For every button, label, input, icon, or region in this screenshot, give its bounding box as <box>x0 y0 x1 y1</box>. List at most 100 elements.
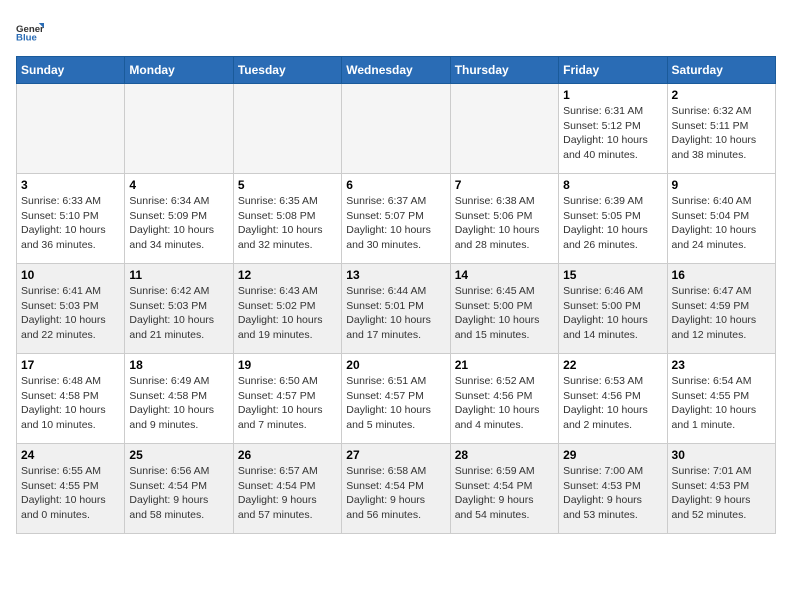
calendar-day: 6 Sunrise: 6:37 AM Sunset: 5:07 PM Daylig… <box>342 174 450 264</box>
day-of-week-header: Thursday <box>450 57 558 84</box>
day-info: Sunrise: 6:49 AM Sunset: 4:58 PM Dayligh… <box>129 374 228 433</box>
week-row: 3 Sunrise: 6:33 AM Sunset: 5:10 PM Daylig… <box>17 174 776 264</box>
day-number: 11 <box>129 268 228 282</box>
day-info: Sunrise: 6:44 AM Sunset: 5:01 PM Dayligh… <box>346 284 445 343</box>
day-info: Sunrise: 6:42 AM Sunset: 5:03 PM Dayligh… <box>129 284 228 343</box>
calendar-day <box>342 84 450 174</box>
calendar-day: 2 Sunrise: 6:32 AM Sunset: 5:11 PM Daylig… <box>667 84 775 174</box>
calendar-day: 22 Sunrise: 6:53 AM Sunset: 4:56 PM Dayli… <box>559 354 667 444</box>
calendar-day <box>450 84 558 174</box>
day-info: Sunrise: 6:31 AM Sunset: 5:12 PM Dayligh… <box>563 104 662 163</box>
day-of-week-header: Friday <box>559 57 667 84</box>
day-number: 17 <box>21 358 120 372</box>
day-number: 2 <box>672 88 771 102</box>
calendar-day: 9 Sunrise: 6:40 AM Sunset: 5:04 PM Daylig… <box>667 174 775 264</box>
calendar-day: 5 Sunrise: 6:35 AM Sunset: 5:08 PM Daylig… <box>233 174 341 264</box>
calendar-day: 14 Sunrise: 6:45 AM Sunset: 5:00 PM Dayli… <box>450 264 558 354</box>
calendar-day: 30 Sunrise: 7:01 AM Sunset: 4:53 PM Dayli… <box>667 444 775 534</box>
day-info: Sunrise: 6:35 AM Sunset: 5:08 PM Dayligh… <box>238 194 337 253</box>
day-info: Sunrise: 7:01 AM Sunset: 4:53 PM Dayligh… <box>672 464 771 523</box>
day-info: Sunrise: 6:53 AM Sunset: 4:56 PM Dayligh… <box>563 374 662 433</box>
day-number: 15 <box>563 268 662 282</box>
svg-text:Blue: Blue <box>16 33 37 44</box>
calendar-day <box>17 84 125 174</box>
day-number: 3 <box>21 178 120 192</box>
day-info: Sunrise: 6:59 AM Sunset: 4:54 PM Dayligh… <box>455 464 554 523</box>
day-info: Sunrise: 6:47 AM Sunset: 4:59 PM Dayligh… <box>672 284 771 343</box>
day-number: 13 <box>346 268 445 282</box>
calendar-day: 13 Sunrise: 6:44 AM Sunset: 5:01 PM Dayli… <box>342 264 450 354</box>
calendar-day: 20Sunrise: 6:51 AM Sunset: 4:57 PM Dayli… <box>342 354 450 444</box>
day-number: 8 <box>563 178 662 192</box>
calendar-day: 18Sunrise: 6:49 AM Sunset: 4:58 PM Dayli… <box>125 354 233 444</box>
day-of-week-header: Wednesday <box>342 57 450 84</box>
day-info: Sunrise: 6:52 AM Sunset: 4:56 PM Dayligh… <box>455 374 554 433</box>
day-info: Sunrise: 6:39 AM Sunset: 5:05 PM Dayligh… <box>563 194 662 253</box>
week-row: 10 Sunrise: 6:41 AM Sunset: 5:03 PM Dayli… <box>17 264 776 354</box>
day-info: Sunrise: 6:41 AM Sunset: 5:03 PM Dayligh… <box>21 284 120 343</box>
day-number: 4 <box>129 178 228 192</box>
day-number: 5 <box>238 178 337 192</box>
week-row: 1 Sunrise: 6:31 AM Sunset: 5:12 PM Daylig… <box>17 84 776 174</box>
day-number: 28 <box>455 448 554 462</box>
calendar-day: 11 Sunrise: 6:42 AM Sunset: 5:03 PM Dayli… <box>125 264 233 354</box>
day-number: 6 <box>346 178 445 192</box>
day-number: 23 <box>672 358 771 372</box>
logo-icon: General Blue <box>16 16 44 44</box>
day-number: 22 <box>563 358 662 372</box>
day-info: Sunrise: 6:48 AM Sunset: 4:58 PM Dayligh… <box>21 374 120 433</box>
day-number: 14 <box>455 268 554 282</box>
day-info: Sunrise: 6:56 AM Sunset: 4:54 PM Dayligh… <box>129 464 228 523</box>
day-info: Sunrise: 6:38 AM Sunset: 5:06 PM Dayligh… <box>455 194 554 253</box>
calendar-day: 3 Sunrise: 6:33 AM Sunset: 5:10 PM Daylig… <box>17 174 125 264</box>
day-number: 26 <box>238 448 337 462</box>
day-of-week-header: Saturday <box>667 57 775 84</box>
day-info: Sunrise: 6:54 AM Sunset: 4:55 PM Dayligh… <box>672 374 771 433</box>
day-number: 9 <box>672 178 771 192</box>
calendar-table: SundayMondayTuesdayWednesdayThursdayFrid… <box>16 56 776 534</box>
calendar-day: 29 Sunrise: 7:00 AM Sunset: 4:53 PM Dayli… <box>559 444 667 534</box>
week-row: 24 Sunrise: 6:55 AM Sunset: 4:55 PM Dayli… <box>17 444 776 534</box>
day-info: Sunrise: 6:46 AM Sunset: 5:00 PM Dayligh… <box>563 284 662 343</box>
week-row: 17 Sunrise: 6:48 AM Sunset: 4:58 PM Dayli… <box>17 354 776 444</box>
calendar-day: 24 Sunrise: 6:55 AM Sunset: 4:55 PM Dayli… <box>17 444 125 534</box>
day-number: 20 <box>346 358 445 372</box>
day-number: 25 <box>129 448 228 462</box>
day-info: Sunrise: 6:37 AM Sunset: 5:07 PM Dayligh… <box>346 194 445 253</box>
logo: General Blue <box>16 16 48 44</box>
day-number: 1 <box>563 88 662 102</box>
day-number: 7 <box>455 178 554 192</box>
calendar-day: 25 Sunrise: 6:56 AM Sunset: 4:54 PM Dayli… <box>125 444 233 534</box>
day-info: Sunrise: 6:33 AM Sunset: 5:10 PM Dayligh… <box>21 194 120 253</box>
calendar-day: 16Sunrise: 6:47 AM Sunset: 4:59 PM Dayli… <box>667 264 775 354</box>
day-number: 10 <box>21 268 120 282</box>
day-info: Sunrise: 6:50 AM Sunset: 4:57 PM Dayligh… <box>238 374 337 433</box>
calendar-day: 19 Sunrise: 6:50 AM Sunset: 4:57 PM Dayli… <box>233 354 341 444</box>
calendar-day: 15 Sunrise: 6:46 AM Sunset: 5:00 PM Dayli… <box>559 264 667 354</box>
calendar-day: 26 Sunrise: 6:57 AM Sunset: 4:54 PM Dayli… <box>233 444 341 534</box>
day-info: Sunrise: 6:45 AM Sunset: 5:00 PM Dayligh… <box>455 284 554 343</box>
day-number: 24 <box>21 448 120 462</box>
day-of-week-header: Monday <box>125 57 233 84</box>
calendar-day: 28 Sunrise: 6:59 AM Sunset: 4:54 PM Dayli… <box>450 444 558 534</box>
day-info: Sunrise: 6:32 AM Sunset: 5:11 PM Dayligh… <box>672 104 771 163</box>
calendar-day <box>125 84 233 174</box>
calendar-day <box>233 84 341 174</box>
day-info: Sunrise: 6:58 AM Sunset: 4:54 PM Dayligh… <box>346 464 445 523</box>
day-info: Sunrise: 6:40 AM Sunset: 5:04 PM Dayligh… <box>672 194 771 253</box>
day-info: Sunrise: 6:43 AM Sunset: 5:02 PM Dayligh… <box>238 284 337 343</box>
day-number: 29 <box>563 448 662 462</box>
calendar-day: 7 Sunrise: 6:38 AM Sunset: 5:06 PM Daylig… <box>450 174 558 264</box>
day-info: Sunrise: 6:57 AM Sunset: 4:54 PM Dayligh… <box>238 464 337 523</box>
day-number: 19 <box>238 358 337 372</box>
calendar-day: 8 Sunrise: 6:39 AM Sunset: 5:05 PM Daylig… <box>559 174 667 264</box>
calendar-day: 21 Sunrise: 6:52 AM Sunset: 4:56 PM Dayli… <box>450 354 558 444</box>
day-number: 12 <box>238 268 337 282</box>
day-info: Sunrise: 6:55 AM Sunset: 4:55 PM Dayligh… <box>21 464 120 523</box>
day-number: 21 <box>455 358 554 372</box>
day-info: Sunrise: 7:00 AM Sunset: 4:53 PM Dayligh… <box>563 464 662 523</box>
day-number: 27 <box>346 448 445 462</box>
day-number: 30 <box>672 448 771 462</box>
calendar-day: 23 Sunrise: 6:54 AM Sunset: 4:55 PM Dayli… <box>667 354 775 444</box>
page-header: General Blue <box>16 16 776 44</box>
